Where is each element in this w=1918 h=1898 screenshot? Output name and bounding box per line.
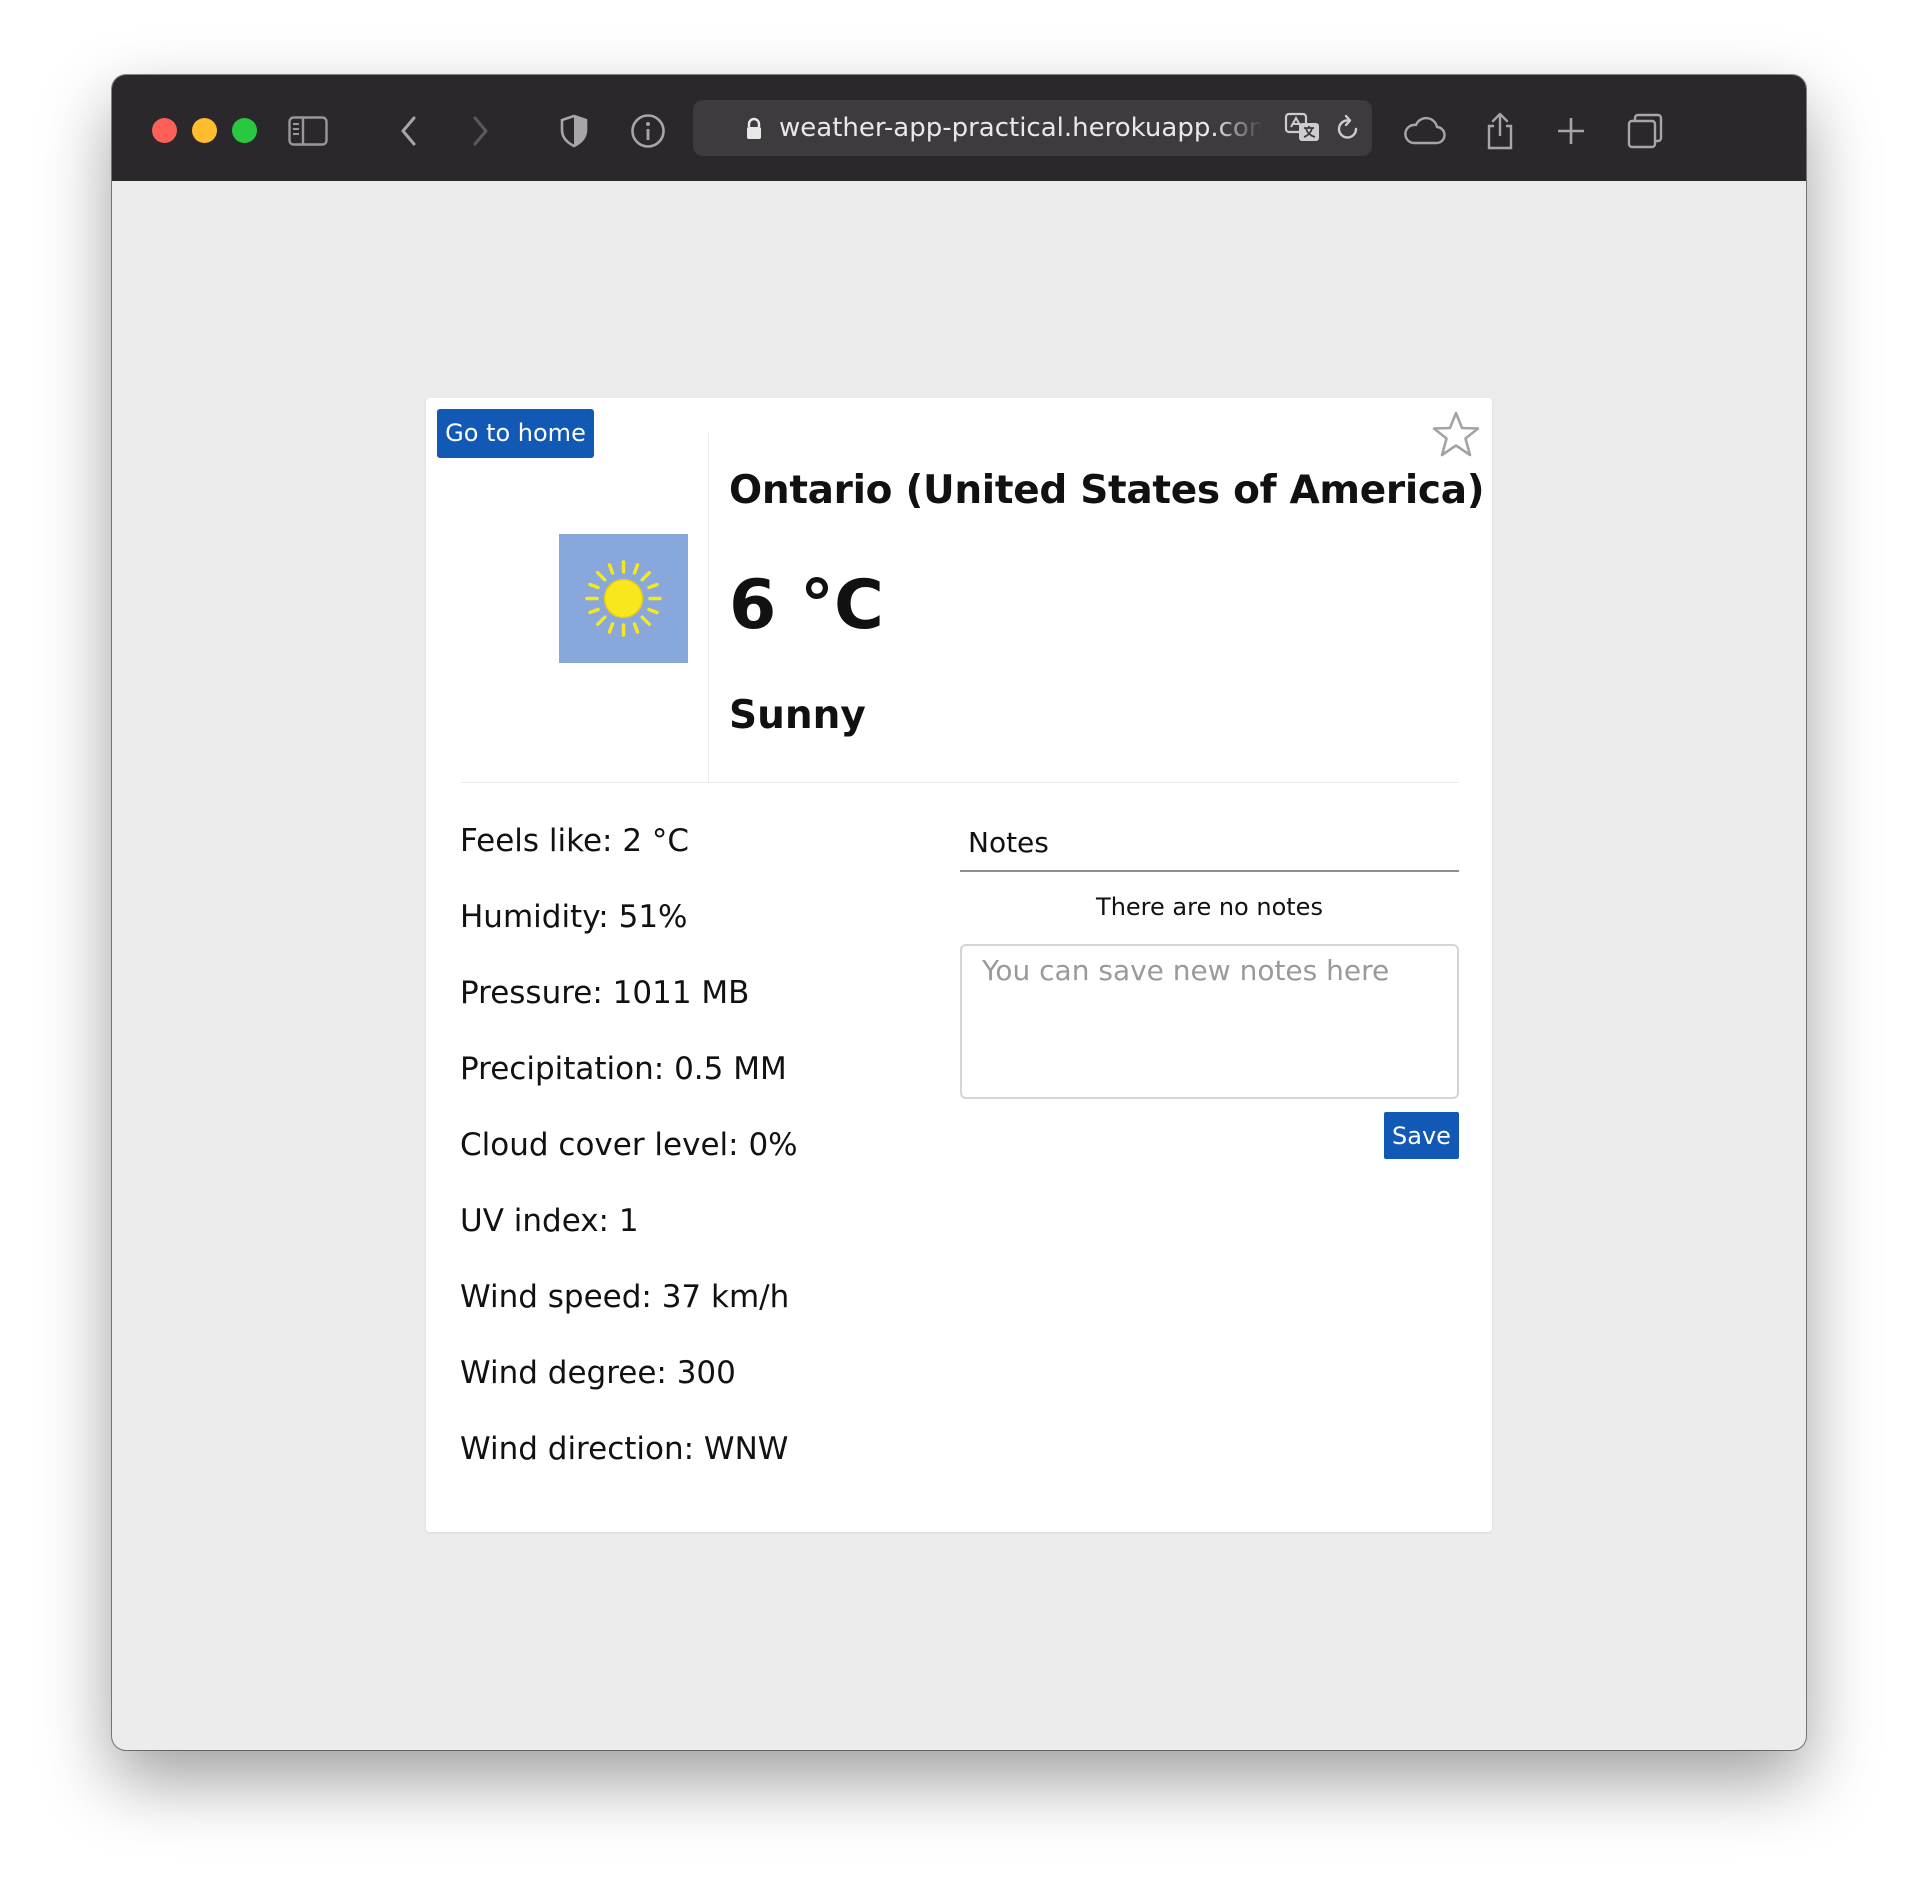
header-vertical-divider	[708, 433, 709, 783]
back-icon[interactable]	[387, 109, 431, 153]
notes-header: Notes	[960, 816, 1459, 872]
notes-title: Notes	[968, 826, 1049, 859]
browser-toolbar: weather-app-practical.herokuapp.com/city	[112, 75, 1806, 181]
sun-icon	[559, 534, 688, 663]
new-tab-icon[interactable]	[1549, 109, 1593, 153]
address-bar[interactable]: weather-app-practical.herokuapp.com/city	[693, 100, 1372, 156]
detail-precipitation: Precipitation: 0.5 MM	[460, 1051, 787, 1087]
translate-icon[interactable]	[1284, 112, 1322, 144]
weather-card: Go to home Ontario (United States of Ame…	[426, 398, 1492, 1532]
city-name: Ontario (United States of America)	[729, 468, 1485, 513]
share-icon[interactable]	[1478, 109, 1522, 153]
detail-humidity: Humidity: 51%	[460, 899, 688, 935]
detail-cloud-cover: Cloud cover level: 0%	[460, 1127, 798, 1163]
save-note-button[interactable]: Save	[1384, 1112, 1459, 1159]
detail-wind-speed: Wind speed: 37 km/h	[460, 1279, 790, 1315]
detail-wind-direction: Wind direction: WNW	[460, 1431, 789, 1467]
temperature: 6 °C	[729, 566, 884, 645]
weather-condition: Sunny	[729, 693, 866, 738]
privacy-shield-icon[interactable]	[552, 109, 596, 153]
favorite-star-icon[interactable]	[1431, 410, 1481, 458]
lock-icon	[747, 117, 761, 139]
browser-window: weather-app-practical.herokuapp.com/city…	[112, 75, 1806, 1750]
reload-icon[interactable]	[1335, 114, 1361, 142]
info-icon[interactable]	[626, 109, 670, 153]
zoom-window-button[interactable]	[232, 118, 257, 143]
detail-feels-like: Feels like: 2 °C	[460, 823, 690, 859]
forward-icon[interactable]	[458, 109, 502, 153]
url-text: weather-app-practical.herokuapp.com/city	[779, 113, 1261, 143]
detail-pressure: Pressure: 1011 MB	[460, 975, 750, 1011]
detail-wind-degree: Wind degree: 300	[460, 1355, 736, 1391]
minimize-window-button[interactable]	[192, 118, 217, 143]
sidebar-icon[interactable]	[286, 109, 330, 153]
weather-details-list: Feels like: 2 °C Humidity: 51% Pressure:…	[460, 822, 798, 1506]
detail-uv-index: UV index: 1	[460, 1203, 639, 1239]
new-note-input[interactable]	[960, 944, 1459, 1099]
go-to-home-button[interactable]: Go to home	[437, 409, 594, 458]
empty-notes-message: There are no notes	[1096, 893, 1323, 921]
url-fade	[1213, 110, 1263, 146]
icloud-tabs-icon[interactable]	[1402, 109, 1446, 153]
tab-overview-icon[interactable]	[1623, 109, 1667, 153]
close-window-button[interactable]	[152, 118, 177, 143]
header-horizontal-divider	[460, 782, 1459, 783]
